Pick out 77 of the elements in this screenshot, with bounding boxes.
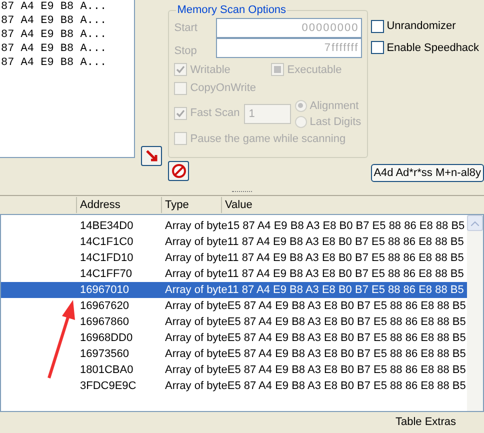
radio-button[interactable]: [294, 100, 307, 112]
address-cell-text: 14C1F1C0: [80, 234, 134, 250]
type-cell-text: Array of byte: [165, 234, 228, 250]
value-cell-text: E5 87 A4 E9 B8 A3 E8 B0 B7 E5 88 86 E8 88 B5: [227, 362, 466, 378]
checkbox[interactable]: [370, 20, 384, 33]
result-row[interactable]: 3FDC9E9C Array of byteE5 87 A4 E9 B8 A3 E8 B0 B7 E5 88 86 E8 88 B5: [1, 378, 467, 394]
option-label: Enable Speedhack: [386, 40, 480, 56]
value-cell-text: E5 87 A4 E9 B8 A3 E8 B0 B7 E5 88 86 E8 88 B5: [227, 346, 466, 362]
option-label: Fast Scan: [190, 106, 240, 122]
radio-label: Last Digits: [310, 114, 362, 130]
column-header[interactable]: Type: [161, 197, 221, 213]
hex-line: 87 A4 E9 B8 A...: [1, 42, 108, 56]
scroll-up-button[interactable]: [467, 215, 483, 231]
value-cell-text: 11 87 A4 E9 B8 A3 E8 B0 B7 E5 88 86 E8 88 B5: [227, 282, 464, 298]
value-cell-text: E5 87 A4 E9 B8 A3 E8 B0 B7 E5 88 86 E8 88 B5: [227, 314, 466, 330]
stop-button[interactable]: [168, 161, 190, 181]
arrow-button[interactable]: [141, 146, 162, 166]
type-cell-text: Array of byte: [165, 218, 228, 234]
value-cell-text: E5 87 A4 E9 B8 A3 E8 B0 B7 E5 88 86 E8 88 B5: [227, 330, 466, 346]
address-cell-text: 16973560: [80, 346, 130, 362]
result-row[interactable]: 14BE34D0 Array of byte15 87 A4 E9 B8 A3 E8 B0 B7 E5 88 86 E8 88 B5: [1, 218, 467, 234]
type-cell-text: Array of byte: [165, 330, 228, 346]
result-row[interactable]: 1801CBA0 Array of byteE5 87 A4 E9 B8 A3 E8 B0 B7 E5 88 86 E8 88 B5: [1, 362, 467, 378]
address-cell-text: 3FDC9E9C: [80, 378, 138, 394]
type-cell-text: Array of byte: [165, 298, 228, 314]
type-cell-text: Array of byte: [165, 346, 228, 362]
value-cell-text: E5 87 A4 E9 B8 A3 E8 B0 B7 E5 88 86 E8 88 B5: [227, 378, 466, 394]
type-cell-text: Array of byte: [165, 266, 228, 282]
address-cell-text: 1801CBA0: [80, 362, 134, 378]
address-cell-text: 16967860: [80, 314, 130, 330]
value-cell-text: 15 87 A4 E9 B8 A3 E8 B0 B7 E5 88 86 E8 88 B5: [227, 218, 465, 234]
arrow-icon: [144, 149, 159, 163]
result-row[interactable]: 14C1F1C0 Array of byte11 87 A4 E9 B8 A3 E8 B0 B7 E5 88 86 E8 88 B5: [1, 234, 467, 250]
result-row[interactable]: 16967620 Array of byteE5 87 A4 E9 B8 A3 E8 B0 B7 E5 88 86 E8 88 B5: [1, 298, 467, 314]
option-label: Executable: [287, 62, 342, 78]
option-label: CopyOnWrite: [190, 81, 256, 96]
address-cell-text: 14C1FF70: [80, 266, 133, 282]
option-label: Unrandomizer: [386, 19, 456, 34]
column-header[interactable]: Value: [221, 197, 484, 213]
stop-label: Stop: [174, 44, 198, 59]
result-row[interactable]: 16967860 Array of byteE5 87 A4 E9 B8 A3 E8 B0 B7 E5 88 86 E8 88 B5: [1, 314, 467, 330]
checkbox[interactable]: [370, 41, 384, 54]
start-label: Start: [174, 20, 198, 36]
value-cell-text: 11 87 A4 E9 B8 A3 E8 B0 B7 E5 88 86 E8 88 B5: [227, 250, 464, 266]
address-cell-text: 14BE34D0: [80, 218, 134, 234]
caret-icon: [471, 220, 479, 226]
table-extras-label[interactable]: Table Extras: [395, 414, 456, 431]
hex-line: 87 A4 E9 B8 A...: [1, 0, 108, 14]
radio-button[interactable]: [294, 116, 307, 128]
value-cell-text: E5 87 A4 E9 B8 A3 E8 B0 B7 E5 88 86 E8 88 B5: [227, 298, 466, 314]
option-label: Writable: [190, 62, 230, 78]
type-cell-text: Array of byte: [165, 362, 228, 378]
add-address-button[interactable]: A4d Ad*r*ss M+n-al8y: [370, 164, 484, 182]
hex-line: 87 A4 E9 B8 A...: [1, 56, 108, 70]
address-cell-text: 16967620: [80, 298, 130, 314]
scrollbar[interactable]: [467, 215, 483, 411]
column-header[interactable]: Address: [76, 197, 161, 213]
value-cell-text: 11 87 A4 E9 B8 A3 E8 B0 B7 E5 88 86 E8 88 B5: [227, 234, 464, 250]
value-cell-text: 11 87 A4 E9 B8 A3 E8 B0 B7 E5 88 86 E8 88 B5: [227, 266, 464, 282]
result-row[interactable]: 14C1FF70 Array of byte11 87 A4 E9 B8 A3 E8 B0 B7 E5 88 86 E8 88 B5: [1, 266, 467, 282]
address-cell-text: 16967010: [80, 282, 130, 298]
result-row[interactable]: 16973560 Array of byteE5 87 A4 E9 B8 A3 E8 B0 B7 E5 88 86 E8 88 B5: [1, 346, 467, 362]
hex-line: 87 A4 E9 B8 A...: [1, 14, 108, 28]
type-cell-text: Array of byte: [165, 282, 228, 298]
option-label: Pause the game while scanning: [190, 132, 346, 146]
type-cell-text: Array of byte: [165, 250, 228, 266]
type-cell-text: Array of byte: [165, 314, 228, 330]
radio-label: Alignment: [310, 98, 359, 114]
address-cell-text: 16968DD0: [80, 330, 134, 346]
result-row[interactable]: 16967010 Array of byte11 87 A4 E9 B8 A3 E8 B0 B7 E5 88 86 E8 88 B5: [1, 282, 467, 298]
address-cell-text: 14C1FD10: [80, 250, 134, 266]
no-entry-icon: [170, 163, 187, 179]
result-row[interactable]: 14C1FD10 Array of byte11 87 A4 E9 B8 A3 E8 B0 B7 E5 88 86 E8 88 B5: [1, 250, 467, 266]
result-row[interactable]: 16968DD0 Array of byteE5 87 A4 E9 B8 A3 E8 B0 B7 E5 88 86 E8 88 B5: [1, 330, 467, 346]
group-title: Memory Scan Options: [176, 3, 288, 17]
type-cell-text: Array of byte: [165, 378, 228, 394]
hex-line: 87 A4 E9 B8 A...: [1, 28, 108, 42]
